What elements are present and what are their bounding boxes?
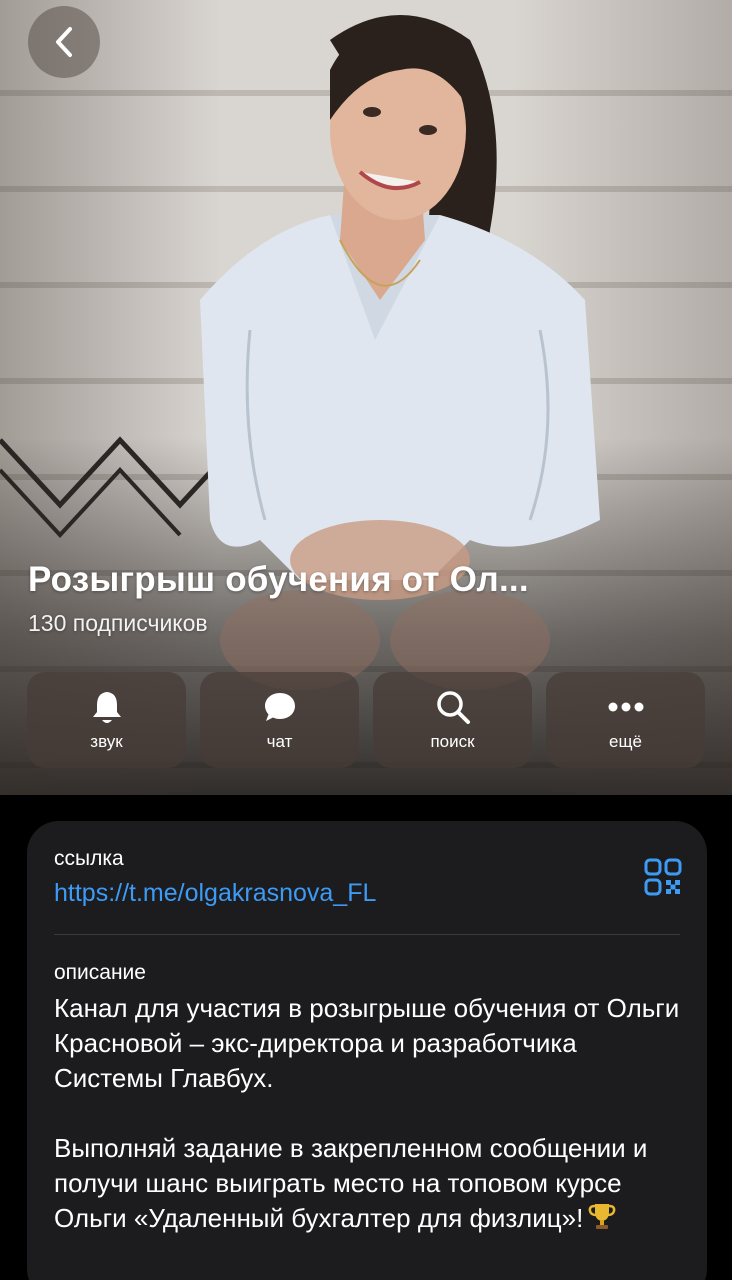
divider — [54, 934, 680, 935]
chat-button[interactable]: чат — [200, 672, 359, 768]
channel-avatar-photo: Розыгрыш обучения от Ол... 130 подписчик… — [0, 0, 732, 795]
search-button-label: поиск — [430, 732, 475, 751]
bell-icon — [91, 688, 123, 726]
channel-title: Розыгрыш обучения от Ол... — [28, 560, 529, 599]
trophy-icon — [587, 1201, 617, 1240]
chat-bubble-icon — [263, 688, 297, 726]
subscriber-count: 130 подписчиков — [28, 610, 208, 636]
more-dots-icon — [607, 688, 645, 726]
chat-button-label: чат — [266, 732, 293, 751]
more-button[interactable]: ещё — [546, 672, 705, 768]
more-button-label: ещё — [609, 732, 642, 751]
qr-code-button[interactable] — [643, 857, 683, 897]
description-paragraph-2: Выполняй задание в закрепленном сообщени… — [54, 1131, 684, 1240]
description-paragraph-1: Канал для участия в розыгрыше обучения о… — [54, 993, 680, 1093]
back-button[interactable] — [28, 6, 100, 78]
channel-info-card: ссылка https://t.me/olgakrasnova_FL опис… — [27, 821, 707, 1280]
chevron-left-icon — [56, 27, 72, 57]
qr-code-icon — [644, 858, 682, 896]
description-label: описание — [54, 961, 146, 984]
search-icon — [435, 688, 471, 726]
description-text: Канал для участия в розыгрыше обучения о… — [54, 991, 684, 1240]
mute-button[interactable]: звук — [27, 672, 186, 768]
description-paragraph-2-text: Выполняй задание в закрепленном сообщени… — [54, 1133, 648, 1233]
action-buttons-row: звук чат поиск ещё — [27, 672, 707, 768]
mute-button-label: звук — [90, 732, 123, 751]
search-button[interactable]: поиск — [373, 672, 532, 768]
link-label: ссылка — [54, 847, 124, 870]
channel-link[interactable]: https://t.me/olgakrasnova_FL — [54, 879, 376, 908]
channel-profile-screen: Розыгрыш обучения от Ол... 130 подписчик… — [0, 0, 732, 1280]
